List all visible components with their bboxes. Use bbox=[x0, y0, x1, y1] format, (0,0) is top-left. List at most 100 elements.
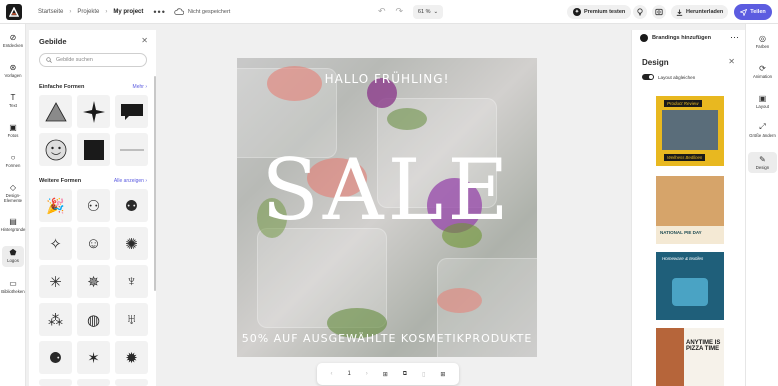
hands-up-icon[interactable]: ♆ bbox=[115, 265, 148, 298]
rail-item-shapes[interactable]: ○ Formen bbox=[0, 153, 26, 169]
shapes-icon: ○ bbox=[10, 153, 16, 162]
fireworks-trees-icon[interactable]: ⁂ bbox=[39, 303, 72, 336]
template-thumbnail[interactable]: Homeware & textiles bbox=[656, 252, 724, 320]
add-branding-button[interactable]: Brandings hinzufügen bbox=[640, 34, 711, 42]
fireworks-people-icon[interactable]: ✺ bbox=[115, 227, 148, 260]
rail-item-resize[interactable]: ⤢ Größe ändern bbox=[746, 122, 778, 138]
rail-item-templates[interactable]: ⊛ Vorlagen bbox=[0, 63, 26, 79]
more-shapes-link[interactable]: Alle anzeigen › bbox=[114, 178, 147, 184]
template-thumbnail[interactable]: NATIONAL PIE DAY bbox=[656, 176, 724, 244]
search-icon bbox=[46, 57, 52, 63]
rail-item-animation[interactable]: ⟳ Animation bbox=[746, 64, 778, 79]
rail-label: Design-Elemente bbox=[3, 192, 23, 203]
group-people-icon[interactable]: ⚉ bbox=[115, 189, 148, 222]
party-popper-icon[interactable]: 🎉 bbox=[39, 189, 72, 222]
canvas-sale-text[interactable]: SALE bbox=[237, 148, 537, 232]
rail-item-design-elements[interactable]: ◇ Design-Elemente bbox=[0, 183, 26, 203]
more-label: Mehr bbox=[132, 84, 144, 90]
rail-label: Layout bbox=[756, 104, 769, 109]
grid-view-icon[interactable]: ⊞ bbox=[440, 371, 445, 378]
adobe-express-logo[interactable] bbox=[6, 3, 22, 20]
cloud-icon bbox=[174, 8, 184, 15]
sparkles-icon[interactable]: ✶ bbox=[77, 341, 110, 374]
starburst-icon[interactable]: ✹ bbox=[115, 341, 148, 374]
lightbulb-icon[interactable] bbox=[633, 5, 647, 19]
search-input[interactable]: Gebilde suchen bbox=[39, 53, 147, 67]
breadcrumb-projects[interactable]: Projekte bbox=[77, 9, 99, 15]
undo-icon[interactable]: ↶ bbox=[378, 6, 386, 17]
template-thumbnail[interactable]: ANYTIME IS PIZZA TIME bbox=[656, 328, 724, 386]
shape-star[interactable] bbox=[77, 95, 110, 128]
friends-group-icon[interactable]: ⚈ bbox=[39, 341, 72, 374]
premium-button[interactable]: ✦ Premium testen bbox=[567, 5, 632, 19]
layout-icon: ▣ bbox=[758, 94, 767, 103]
rail-label: Logos bbox=[7, 257, 19, 263]
chevron-down-icon: ⌄ bbox=[433, 9, 439, 15]
rail-item-photos[interactable]: ▣ Fotos bbox=[0, 123, 26, 139]
add-page-icon[interactable]: ⊞ bbox=[383, 371, 388, 378]
confetti-icon[interactable]: ✧ bbox=[39, 227, 72, 260]
flower-petal-image bbox=[437, 288, 482, 313]
right-rail: ◎ Farben ⟳ Animation ▣ Layout ⤢ Größe än… bbox=[745, 24, 778, 386]
shape-line[interactable] bbox=[115, 133, 148, 166]
rail-label: Bibliotheken bbox=[1, 288, 25, 294]
rail-item-design[interactable]: ✎ Design bbox=[748, 152, 777, 173]
rail-item-colors[interactable]: ◎ Farben bbox=[746, 34, 778, 49]
next-page-icon[interactable]: › bbox=[366, 371, 368, 377]
match-layout-toggle[interactable] bbox=[642, 74, 654, 80]
simple-shapes-more-link[interactable]: Mehr › bbox=[133, 84, 147, 90]
more-shapes-title: Weitere Formen bbox=[39, 178, 82, 184]
firework-icon[interactable]: ✵ bbox=[77, 265, 110, 298]
more-options-icon[interactable]: ⋯ bbox=[730, 32, 739, 43]
shape-tile-partial[interactable] bbox=[77, 379, 110, 386]
project-title[interactable]: My project bbox=[113, 9, 143, 15]
rail-item-libraries[interactable]: ▭ Bibliotheken bbox=[0, 279, 26, 295]
shape-tile-partial[interactable] bbox=[115, 379, 148, 386]
rail-item-layout[interactable]: ▣ Layout bbox=[746, 94, 778, 109]
sparkle-burst-icon[interactable]: ✳ bbox=[39, 265, 72, 298]
image-icon[interactable] bbox=[652, 5, 666, 19]
canvas-headline[interactable]: HALLO FRÜHLING! bbox=[237, 72, 537, 86]
design-canvas[interactable]: HALLO FRÜHLING! SALE 50% AUF AUSGEWÄHLTE… bbox=[237, 58, 537, 357]
panel-scrollbar[interactable] bbox=[154, 76, 156, 291]
rail-label: Entdecken bbox=[2, 42, 24, 48]
celebrating-people-icon[interactable]: ⚇ bbox=[77, 189, 110, 222]
redo-icon[interactable]: ↷ bbox=[396, 6, 404, 17]
shape-speech-bubble[interactable] bbox=[115, 95, 148, 128]
shape-tile-partial[interactable] bbox=[39, 379, 72, 386]
shape-triangle[interactable] bbox=[39, 95, 72, 128]
person-party-icon[interactable]: ☺ bbox=[77, 227, 110, 260]
rail-label: Animation bbox=[752, 74, 773, 79]
duplicate-page-icon[interactable]: ⧉ bbox=[403, 371, 407, 378]
raised-hands-icon[interactable]: ♅ bbox=[115, 303, 148, 336]
crowd-circle-icon[interactable]: ◍ bbox=[77, 303, 110, 336]
template-thumbnail[interactable]: Product Review Wellness Bedlinen bbox=[656, 96, 724, 166]
leaf-image bbox=[387, 108, 427, 130]
page-navigator: ‹ 1 › ⊞ ⧉ ▯ ⊞ bbox=[317, 363, 459, 385]
delete-page-icon[interactable]: ▯ bbox=[422, 371, 425, 378]
rail-item-text[interactable]: T Text bbox=[0, 93, 26, 109]
previous-page-icon[interactable]: ‹ bbox=[330, 371, 332, 377]
shape-smiley[interactable] bbox=[39, 133, 72, 166]
template-subheading: Wellness Bedlinen bbox=[664, 154, 706, 161]
canvas-tagline[interactable]: 50% AUF AUSGEWÄHLTE KOSMETIKPRODUKTE bbox=[237, 332, 537, 345]
template-photo bbox=[672, 278, 708, 306]
rail-item-discover[interactable]: ⊘ Entdecken bbox=[0, 33, 26, 49]
share-button[interactable]: Teilen bbox=[734, 4, 772, 20]
template-heading: ANYTIME IS PIZZA TIME bbox=[686, 340, 721, 353]
zoom-value: 61 % bbox=[417, 9, 431, 15]
rail-label: Farben bbox=[755, 44, 770, 49]
rail-item-logos[interactable]: ⬟ Logos bbox=[2, 246, 24, 267]
save-status-text: Nicht gespeichert bbox=[187, 8, 231, 15]
shape-square[interactable] bbox=[77, 133, 110, 166]
close-icon[interactable]: ✕ bbox=[141, 36, 148, 45]
rail-item-backgrounds[interactable]: ▤ Hintergründe bbox=[0, 217, 26, 233]
download-label: Herunterladen bbox=[686, 9, 724, 15]
more-options-icon[interactable]: ••• bbox=[153, 7, 165, 17]
download-button[interactable]: Herunterladen bbox=[671, 5, 729, 19]
close-icon[interactable]: ✕ bbox=[728, 57, 735, 66]
breadcrumb-separator: › bbox=[105, 8, 108, 15]
zoom-select[interactable]: 61 % ⌄ bbox=[413, 5, 443, 19]
breadcrumb-home[interactable]: Startseite bbox=[38, 9, 63, 15]
backgrounds-icon: ▤ bbox=[9, 217, 17, 226]
